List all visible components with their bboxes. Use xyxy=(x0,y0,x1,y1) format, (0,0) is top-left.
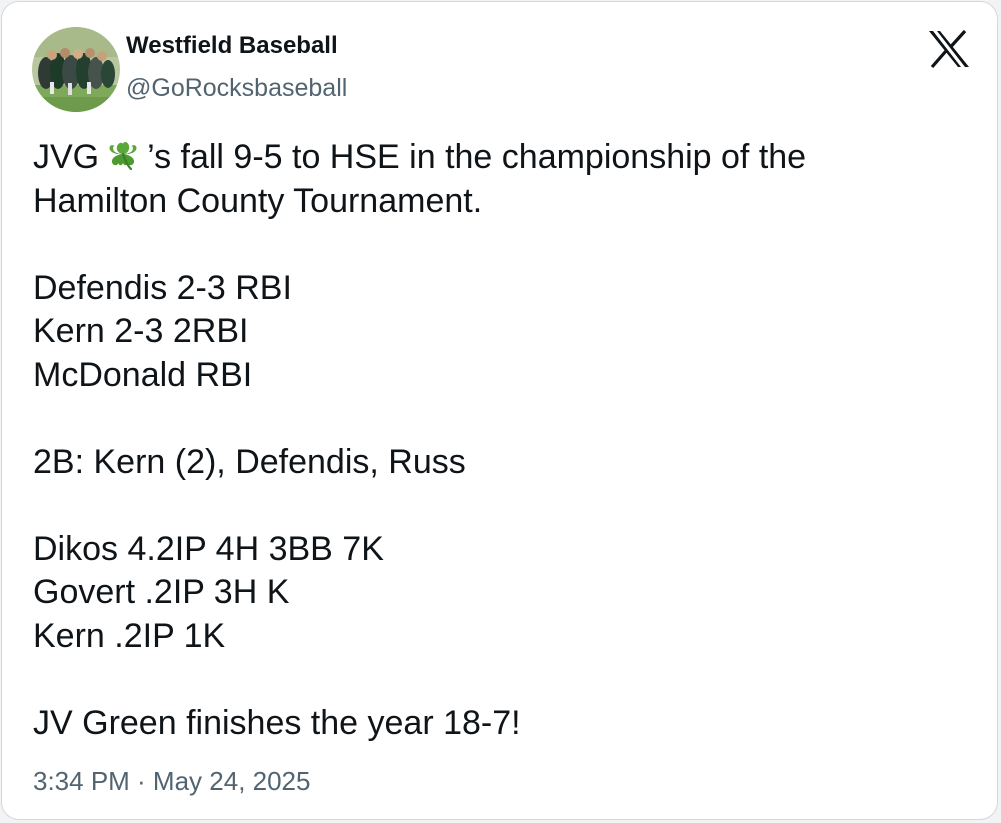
tweet-line: JV Green finishes the year 18-7! xyxy=(33,703,521,742)
tweet-text-segment: ’s fall 9-5 to HSE in the championship o… xyxy=(147,138,807,176)
tweet-card: Westfield Baseball @GoRocksbaseball JVG … xyxy=(1,1,998,820)
author-handle[interactable]: @GoRocksbaseball xyxy=(126,74,347,103)
shamrock-emoji-icon xyxy=(103,138,143,172)
author-display-name[interactable]: Westfield Baseball xyxy=(126,32,338,60)
tweet-line: McDonald RBI xyxy=(33,355,253,394)
tweet-line: Kern 2-3 2RBI xyxy=(33,312,249,350)
tweet-text: JVG ’s fall 9-5 to HSE in the championsh… xyxy=(33,136,963,745)
tweet-line: JVG ’s fall 9-5 to HSE in the championsh… xyxy=(33,136,963,180)
tweet-line: Govert .2IP 3H K xyxy=(33,573,290,611)
avatar[interactable] xyxy=(32,27,120,112)
tweet-line: Hamilton County Tournament. xyxy=(33,181,483,220)
tweet-line: Defendis 2-3 RBI xyxy=(33,268,292,307)
tweet-line: Dikos 4.2IP 4H 3BB 7K xyxy=(33,529,384,568)
tweet-text-segment: JVG xyxy=(33,138,100,176)
x-logo-icon[interactable] xyxy=(928,29,970,69)
team-photo-avatar-image xyxy=(32,27,120,112)
tweet-timestamp[interactable]: 3:34 PM · May 24, 2025 xyxy=(33,766,310,797)
tweet-line: Kern .2IP 1K xyxy=(33,616,226,655)
tweet-line: 2B: Kern (2), Defendis, Russ xyxy=(33,442,466,481)
